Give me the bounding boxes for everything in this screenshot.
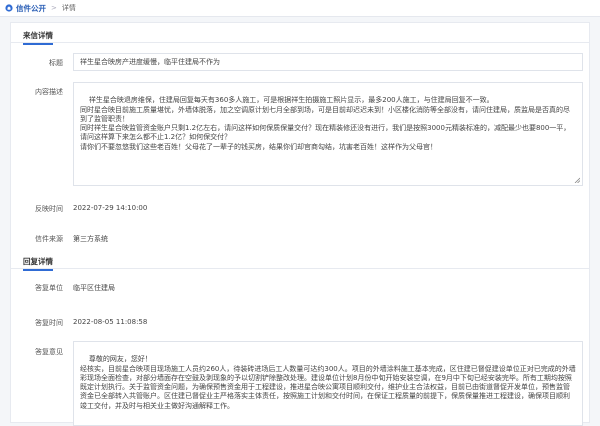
source-value: 第三方系统 — [73, 235, 108, 243]
reply-section-title: 回复详情 — [23, 256, 53, 271]
resize-handle-icon[interactable] — [574, 177, 580, 183]
letter-section-title: 来信详情 — [23, 30, 53, 45]
reply-unit-label: 答复单位 — [35, 284, 63, 292]
subject-field: 祥生星合映房产进度缓慢，临平住建局不作为 — [73, 53, 583, 71]
reply-opinion-text: 尊敬的网友，您好！ 经核实，目前星合映项目现场施工人员约260人，待装砖进场后工… — [80, 355, 576, 410]
breadcrumb-current: 详情 — [61, 4, 76, 12]
submit-time-label: 反映时间 — [35, 205, 63, 213]
content-label: 内容描述 — [35, 88, 63, 96]
section-underline — [23, 269, 53, 271]
section-divider — [11, 268, 589, 269]
source-label: 信件来源 — [35, 235, 63, 243]
breadcrumb-main[interactable]: 信件公开 — [16, 3, 46, 14]
content-field[interactable]: 祥生星合映退房维保，住建局回复每天有360多人施工，可是根据祥生拍摄施工照片显示… — [73, 82, 583, 186]
reply-unit-value: 临平区住建局 — [73, 284, 115, 292]
section-divider — [11, 42, 589, 43]
reply-opinion-label: 答复意见 — [35, 348, 63, 356]
breadcrumb-bar: 信件公开 > 详情 — [0, 0, 600, 17]
subject-label: 标题 — [49, 59, 63, 67]
submit-time-value: 2022-07-29 14:10:00 — [73, 204, 148, 212]
breadcrumb-separator: > — [51, 4, 57, 12]
section-underline — [23, 43, 53, 45]
reply-time-label: 答复时间 — [35, 319, 63, 327]
home-icon — [5, 4, 13, 12]
detail-panel: 来信详情 标题 祥生星合映房产进度缓慢，临平住建局不作为 内容描述 祥生星合映退… — [10, 22, 590, 426]
content-text: 祥生星合映退房维保，住建局回复每天有360多人施工，可是根据祥生拍摄施工照片显示… — [80, 96, 571, 151]
reply-opinion-field[interactable]: 尊敬的网友，您好！ 经核实，目前星合映项目现场施工人员约260人，待装砖进场后工… — [73, 341, 583, 426]
reply-time-value: 2022-08-05 11:08:58 — [73, 318, 148, 326]
